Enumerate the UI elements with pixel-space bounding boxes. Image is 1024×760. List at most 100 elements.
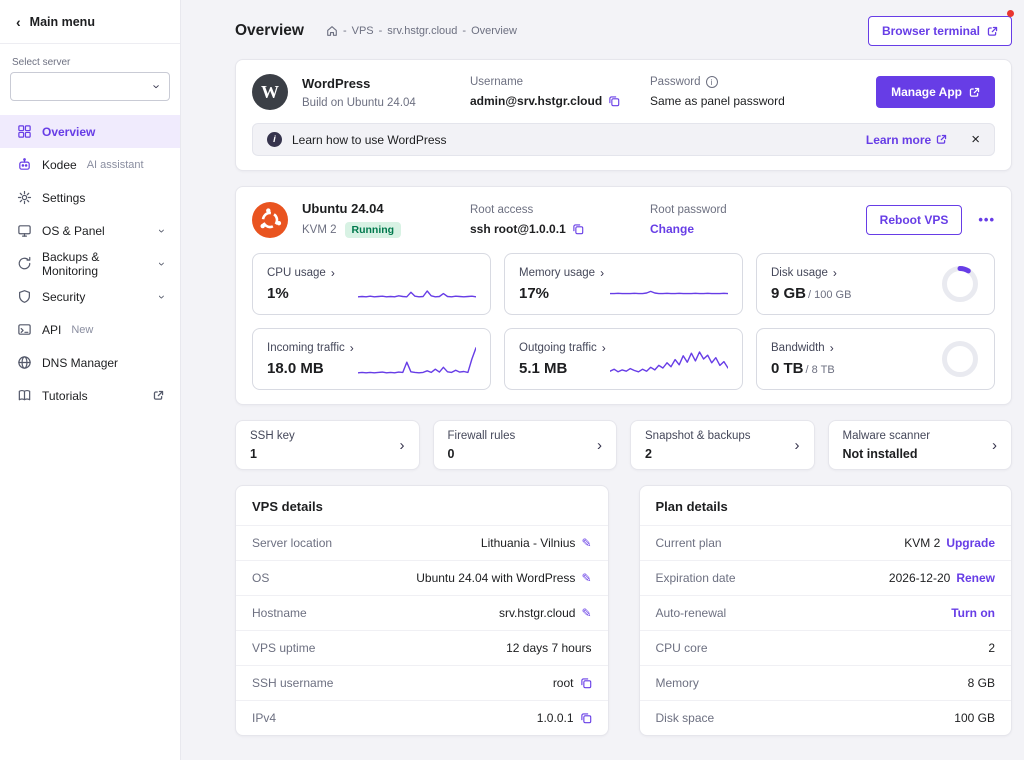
copy-icon[interactable]: [572, 223, 584, 235]
external-link-icon: [969, 87, 980, 98]
detail-row-disk-space: Disk space 100 GB: [640, 700, 1012, 735]
plan-details-card: Plan details Current plan KVM 2Upgrade E…: [639, 485, 1013, 736]
ssh-key-card[interactable]: SSH key1 ›: [235, 420, 420, 470]
server-select[interactable]: ›: [10, 72, 170, 101]
breadcrumb-separator: -: [379, 25, 383, 37]
change-password-link[interactable]: Change: [650, 222, 694, 236]
vps-card: Ubuntu 24.04 KVM 2 Running Root access s…: [235, 186, 1012, 405]
chevron-right-icon: ›: [833, 267, 837, 279]
page-title: Overview: [235, 22, 304, 40]
sidebar-item-overview[interactable]: Overview: [0, 115, 180, 148]
notification-dot: [1007, 10, 1014, 17]
chevron-right-icon: ›: [830, 342, 834, 354]
info-icon[interactable]: i: [706, 76, 718, 88]
disk-usage-donut: [940, 264, 980, 304]
firewall-rules-card[interactable]: Firewall rules0 ›: [433, 420, 618, 470]
metric-tile-disk[interactable]: Disk usage› 9 GB/ 100 GB: [756, 253, 995, 315]
sidebar-item-api[interactable]: API New: [0, 313, 180, 346]
edit-icon[interactable]: ✎: [581, 537, 591, 549]
svg-text:W: W: [261, 82, 279, 102]
metric-tile-memory[interactable]: Memory usage› 17%: [504, 253, 743, 315]
main-menu-back-button[interactable]: ‹ Main menu: [0, 0, 180, 44]
detail-row-server-location: Server location Lithuania - Vilnius✎: [236, 525, 608, 560]
sidebar-item-tutorials[interactable]: Tutorials: [0, 379, 180, 412]
detail-row-current-plan: Current plan KVM 2Upgrade: [640, 525, 1012, 560]
sidebar-item-dns-manager[interactable]: DNS Manager: [0, 346, 180, 379]
terminal-icon: [16, 322, 32, 338]
copy-icon[interactable]: [580, 677, 592, 689]
sidebar-item-os-panel[interactable]: OS & Panel ›: [0, 214, 180, 247]
close-icon[interactable]: ×: [971, 132, 980, 147]
globe-icon: [16, 355, 32, 371]
detail-row-hostname: Hostname srv.hstgr.cloud✎: [236, 595, 608, 630]
renew-link[interactable]: Renew: [956, 571, 995, 585]
shield-icon: [16, 289, 32, 305]
sidebar-item-backups-monitoring[interactable]: Backups & Monitoring ›: [0, 247, 180, 280]
detail-row-os: OS Ubuntu 24.04 with WordPress✎: [236, 560, 608, 595]
breadcrumb-item-server[interactable]: srv.hstgr.cloud: [387, 25, 457, 37]
breadcrumb-item-current: Overview: [471, 25, 517, 37]
chevron-down-icon: ›: [156, 262, 168, 266]
chevron-down-icon: ›: [156, 229, 168, 233]
main-content: Overview - VPS - srv.hstgr.cloud - Overv…: [181, 0, 1024, 736]
os-name: Ubuntu 24.04: [302, 201, 470, 216]
detail-row-ssh-username: SSH username root: [236, 665, 608, 700]
chevron-right-icon: ›: [350, 342, 354, 354]
sidebar-item-settings[interactable]: Settings: [0, 181, 180, 214]
detail-row-ipv4: IPv4 1.0.0.1: [236, 700, 608, 735]
root-password-label: Root password: [650, 204, 866, 216]
quick-cards-row: SSH key1 › Firewall rules0 › Snapshot & …: [235, 420, 1012, 470]
metric-tile-incoming[interactable]: Incoming traffic› 18.0 MB: [252, 328, 491, 390]
sidebar: ‹ Main menu Select server › Overview Kod…: [0, 0, 181, 760]
breadcrumb-item-vps[interactable]: VPS: [352, 25, 374, 37]
metric-tile-outgoing[interactable]: Outgoing traffic› 5.1 MB: [504, 328, 743, 390]
reboot-vps-button[interactable]: Reboot VPS: [866, 205, 963, 235]
sidebar-item-label: DNS Manager: [42, 356, 118, 370]
sidebar-item-label: OS & Panel: [42, 224, 105, 238]
copy-icon[interactable]: [580, 712, 592, 724]
plan-details-title: Plan details: [640, 486, 1012, 525]
password-label: Password: [650, 76, 701, 88]
detail-row-auto-renewal: Auto-renewal Turn on: [640, 595, 1012, 630]
upgrade-link[interactable]: Upgrade: [946, 536, 995, 550]
metric-tile-bandwidth[interactable]: Bandwidth› 0 TB/ 8 TB: [756, 328, 995, 390]
snapshot-backups-card[interactable]: Snapshot & backups2 ›: [630, 420, 815, 470]
external-link-icon: [987, 26, 998, 37]
manage-app-button[interactable]: Manage App: [876, 76, 995, 108]
vps-details-title: VPS details: [236, 486, 608, 525]
banner-message: Learn how to use WordPress: [292, 133, 447, 147]
sidebar-item-label: Overview: [42, 125, 95, 139]
select-server-label: Select server: [10, 57, 170, 68]
info-icon: i: [267, 132, 282, 147]
bandwidth-donut: [940, 339, 980, 379]
ubuntu-logo: [252, 202, 288, 238]
edit-icon[interactable]: ✎: [581, 607, 591, 619]
edit-icon[interactable]: ✎: [581, 572, 591, 584]
external-link-icon: [153, 390, 164, 401]
sidebar-item-kodee[interactable]: Kodee AI assistant: [0, 148, 180, 181]
app-subtitle: Build on Ubuntu 24.04: [302, 97, 470, 109]
sidebar-item-label: API: [42, 323, 61, 337]
root-access-label: Root access: [470, 204, 650, 216]
metric-tile-cpu[interactable]: CPU usage› 1%: [252, 253, 491, 315]
page-header: Overview - VPS - srv.hstgr.cloud - Overv…: [235, 16, 1012, 46]
chevron-right-icon: ›: [400, 437, 405, 454]
chevron-right-icon: ›: [602, 342, 606, 354]
more-options-icon[interactable]: •••: [978, 212, 995, 227]
username-value: admin@srv.hstgr.cloud: [470, 94, 602, 108]
incoming-traffic-sparkline: [358, 343, 476, 375]
detail-row-expiration: Expiration date 2026-12-20Renew: [640, 560, 1012, 595]
sidebar-item-suffix: New: [71, 324, 93, 336]
sidebar-item-security[interactable]: Security ›: [0, 280, 180, 313]
sidebar-item-label: Tutorials: [42, 389, 88, 403]
chevron-right-icon: ›: [331, 267, 335, 279]
robot-icon: [16, 157, 32, 173]
turn-on-link[interactable]: Turn on: [951, 606, 995, 620]
learn-more-link[interactable]: Learn more: [866, 133, 947, 147]
backup-refresh-icon: [16, 256, 32, 272]
malware-scanner-card[interactable]: Malware scannerNot installed ›: [828, 420, 1013, 470]
external-link-icon: [936, 134, 947, 145]
sidebar-item-label: Kodee: [42, 158, 77, 172]
copy-icon[interactable]: [608, 95, 620, 107]
browser-terminal-button[interactable]: Browser terminal: [868, 16, 1012, 46]
